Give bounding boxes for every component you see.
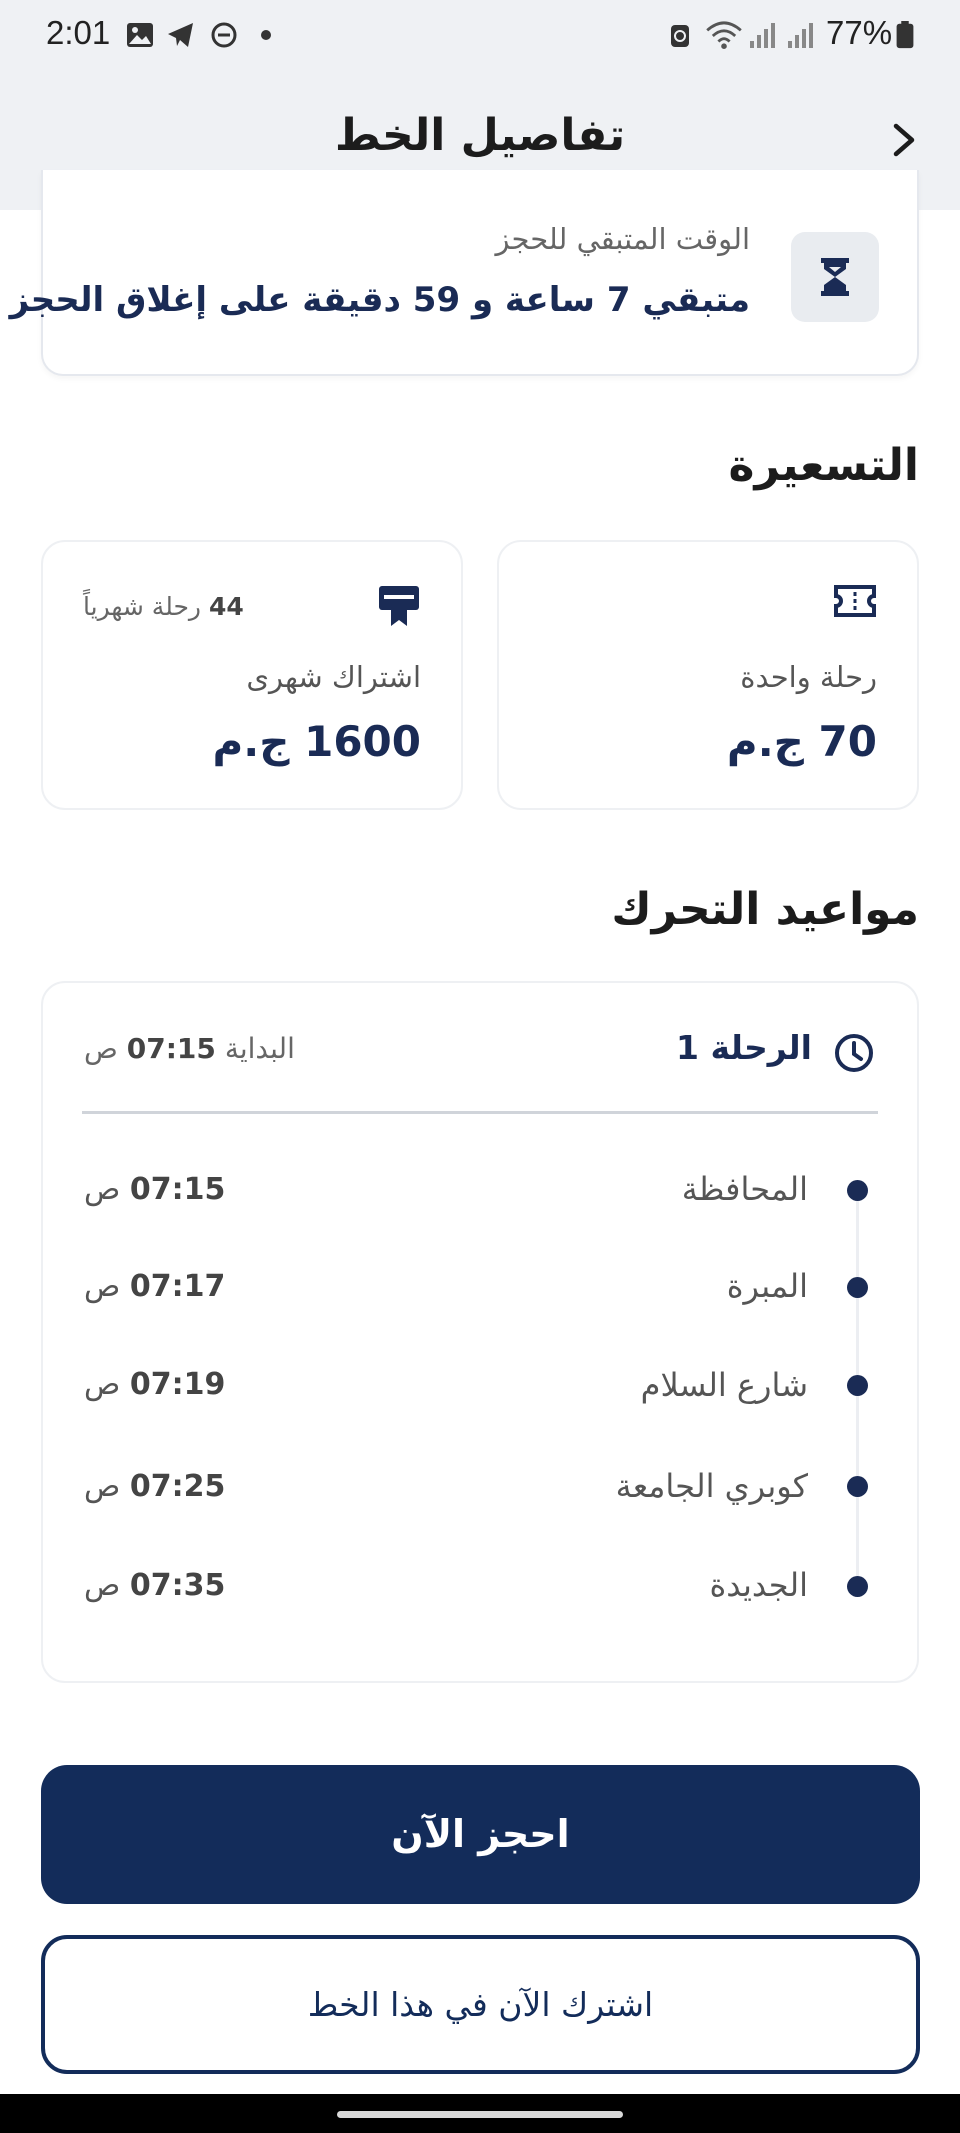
- home-gesture-handle[interactable]: [337, 2111, 623, 2118]
- stop-time-suffix: ص: [84, 1269, 121, 1304]
- stop-time-value: 07:35: [129, 1568, 226, 1603]
- hourglass-icon: [821, 258, 849, 296]
- trip-start-time: البداية 07:15 ص: [84, 1032, 295, 1065]
- monthly-subscription-price-card[interactable]: 44 رحلة شهرياً اشتراك شهرى 1600 ج.م: [41, 540, 463, 810]
- single-trip-label: رحلة واحدة: [740, 660, 877, 694]
- stop-time: 07:35 ص: [84, 1568, 225, 1603]
- book-now-button[interactable]: احجز الآن: [41, 1765, 920, 1904]
- booking-time-card: [41, 170, 919, 376]
- gallery-icon: [127, 23, 153, 47]
- stop-time-suffix: ص: [84, 1367, 121, 1402]
- monthly-subscription-price: 1600 ج.م: [212, 717, 421, 766]
- signal-icon: [788, 23, 813, 48]
- stop-dot: [847, 1277, 868, 1298]
- trip-start-suffix: ص: [84, 1032, 118, 1065]
- stop-time-suffix: ص: [84, 1172, 121, 1207]
- monthly-trips-number: 44: [208, 592, 244, 621]
- telegram-icon: [168, 23, 193, 47]
- stop-time: 07:15 ص: [84, 1172, 225, 1207]
- card-badge-icon: [379, 586, 419, 626]
- stop-time-suffix: ص: [84, 1568, 121, 1603]
- stop-time-value: 07:19: [129, 1367, 226, 1402]
- stop-name: شارع السلام: [640, 1366, 808, 1404]
- battery-percent: 77%: [826, 14, 893, 51]
- monthly-trips-text: رحلة شهرياً: [83, 592, 201, 621]
- system-nav-bar: [0, 2094, 960, 2133]
- status-time: 2:01: [46, 14, 111, 51]
- monthly-trips-count: 44 رحلة شهرياً: [83, 592, 244, 621]
- stop-dot: [847, 1180, 868, 1201]
- single-trip-price-card[interactable]: رحلة واحدة 70 ج.م: [497, 540, 919, 810]
- dnd-icon: [211, 22, 237, 48]
- battery-icon: [896, 21, 914, 49]
- stop-name: الجديدة: [709, 1566, 808, 1604]
- trip-start-value: 07:15: [126, 1032, 216, 1065]
- signal-icon: [750, 23, 775, 48]
- ticket-icon: [834, 585, 876, 617]
- booking-time-label: الوقت المتبقي للحجز: [495, 222, 750, 256]
- single-trip-price: 70 ج.م: [726, 717, 877, 766]
- stop-time: 07:25 ص: [84, 1469, 225, 1504]
- stop-dot: [847, 1476, 868, 1497]
- stop-name: المحافظة: [681, 1170, 808, 1208]
- stop-dot: [847, 1375, 868, 1396]
- stop-time-value: 07:25: [129, 1469, 226, 1504]
- chevron-right-icon[interactable]: [884, 120, 924, 160]
- stop-time-value: 07:15: [129, 1172, 226, 1207]
- schedule-title: مواعيد التحرك: [611, 884, 919, 935]
- booking-icon-box: [791, 232, 879, 322]
- monthly-subscription-label: اشتراك شهرى: [246, 660, 421, 694]
- pricing-title: التسعيرة: [728, 440, 919, 491]
- stop-time: 07:19 ص: [84, 1367, 225, 1402]
- trip-title: الرحلة 1: [676, 1028, 812, 1067]
- schedule-divider: [82, 1111, 878, 1114]
- stop-name: المبرة: [726, 1267, 808, 1305]
- sync-icon: [671, 25, 689, 47]
- subscribe-line-button[interactable]: اشترك الآن في هذا الخط: [41, 1935, 920, 2074]
- wifi-icon: [706, 21, 742, 49]
- stop-name: كوبري الجامعة: [615, 1467, 808, 1505]
- status-bar: 2:01 77%: [0, 0, 960, 70]
- stop-dot: [847, 1576, 868, 1597]
- booking-time-value: متبقي 7 ساعة و 59 دقيقة على إغلاق الحجز: [9, 280, 750, 320]
- stop-time: 07:17 ص: [84, 1269, 225, 1304]
- page-title: تفاصيل الخط: [334, 110, 626, 161]
- dot-icon: [261, 30, 271, 40]
- stop-time-value: 07:17: [129, 1269, 226, 1304]
- trip-start-label: البداية: [224, 1032, 295, 1065]
- clock-icon: [835, 1034, 873, 1072]
- stop-time-suffix: ص: [84, 1469, 121, 1504]
